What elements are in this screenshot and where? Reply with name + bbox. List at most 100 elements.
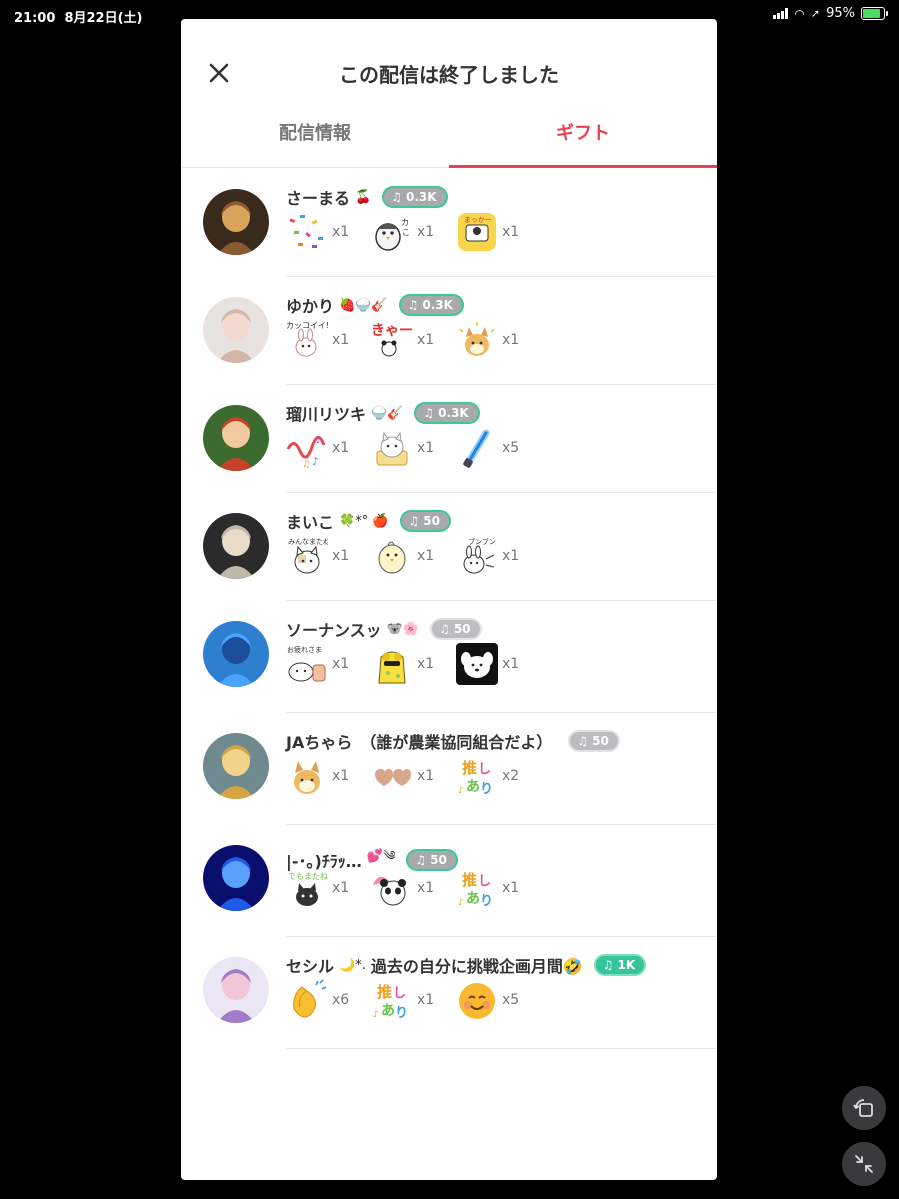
score-badge: ♫ 50	[568, 730, 620, 752]
chick-sticker-icon	[378, 541, 406, 574]
status-right: ◠ ➚ 95%	[773, 6, 888, 21]
gift-item[interactable]: 推 し あ り ♪ x2	[456, 755, 541, 797]
stream-ended-panel: この配信は終了しました 配信情報 ギフト さーまる 🍒 ♫ 0.3K x1 カ …	[181, 19, 717, 1180]
minimize-icon	[855, 1155, 873, 1173]
gift-item[interactable]: x1	[456, 319, 541, 361]
gift-count: x5	[502, 440, 520, 456]
tab-bar: 配信情報 ギフト	[181, 115, 717, 168]
gift-item[interactable]: x1	[371, 535, 456, 577]
oshi-ari-sticker: 推 し あ り ♪	[456, 755, 498, 797]
svg-text:♪: ♪	[458, 786, 464, 796]
viewer-name[interactable]: さーまる	[286, 185, 350, 209]
gift-item[interactable]: x1	[371, 643, 456, 685]
gift-item[interactable]: 推 し あ り ♪ x1	[371, 979, 456, 1021]
avatar[interactable]	[203, 189, 269, 255]
gift-item[interactable]: まっかー x1	[456, 211, 541, 253]
viewer-row: ゆかり 🍓🍚🎸 ♫ 0.3K カッコイイ! x1 きゃー! x1	[181, 277, 717, 385]
gift-item[interactable]: でもまたね x1	[286, 867, 371, 909]
gift-item[interactable]: x1	[371, 755, 456, 797]
viewer-name-line: ゆかり 🍓🍚🎸 ♫ 0.3K	[286, 293, 464, 317]
gift-item[interactable]: x5	[456, 979, 541, 1021]
gift-count: x1	[332, 332, 350, 348]
gift-count: x1	[332, 548, 350, 564]
gift-viewer-list: さーまる 🍒 ♫ 0.3K x1 カこ x1 まっかー x1 ゆかり 🍓🍚🎸 ♫…	[181, 169, 717, 1049]
gift-item[interactable]: x1	[286, 211, 371, 253]
viewer-row: JAちゃら （誰が農業協同組合だよ） ♫ 50 x1 x1 推 し あ り ♪ …	[181, 713, 717, 825]
cat-matane-sticker: でもまたね	[286, 867, 328, 909]
score-value: 50	[430, 852, 447, 867]
tab-gifts[interactable]: ギフト	[449, 115, 717, 168]
oshi-ari-sticker-icon: 推 し あ り ♪	[458, 759, 493, 797]
viewer-name-line: セシル 🌙*. 過去の自分に挑戦企画月間🤣 ♫ 1K	[286, 953, 647, 977]
avatar[interactable]	[203, 621, 269, 687]
gift-count: x1	[332, 768, 350, 784]
svg-text:きゃー!: きゃー!	[371, 323, 413, 339]
gift-item[interactable]: ブンブン x1	[456, 535, 541, 577]
viewer-row: さーまる 🍒 ♫ 0.3K x1 カこ x1 まっかー x1	[181, 169, 717, 277]
avatar-image	[203, 957, 269, 1023]
avatar-image	[203, 297, 269, 363]
gift-item[interactable]: x5	[456, 427, 541, 469]
name-emoji-decoration: 🍚🎸	[371, 405, 404, 421]
penlight-sticker-icon	[463, 429, 490, 468]
avatar[interactable]	[203, 733, 269, 799]
gift-count: x1	[417, 548, 435, 564]
gift-item[interactable]: お疲れさま x1	[286, 643, 371, 685]
viewer-name[interactable]: セシル	[286, 953, 334, 977]
gift-item[interactable]: x1	[371, 867, 456, 909]
gift-item[interactable]: きゃー! x1	[371, 319, 456, 361]
viewer-name[interactable]: まいこ	[286, 509, 334, 533]
gift-item[interactable]: 推 し あ り ♪ x1	[456, 867, 541, 909]
viewer-row: セシル 🌙*. 過去の自分に挑戦企画月間🤣 ♫ 1K x6 推 し あ り ♪	[181, 937, 717, 1049]
music-note-icon: ♫	[407, 298, 419, 312]
svg-text:り: り	[480, 782, 493, 797]
penguin-sticker: カこ	[371, 211, 413, 253]
svg-text:あ: あ	[381, 1003, 395, 1019]
avatar[interactable]	[203, 513, 269, 579]
gift-item[interactable]: x1	[286, 755, 371, 797]
rabbit-bunbun-sticker: ブンブン	[456, 535, 498, 577]
gift-item[interactable]: ♪ ♫ ♪ x1	[286, 427, 371, 469]
penlight-sticker	[456, 427, 498, 469]
rotate-button[interactable]	[842, 1086, 886, 1130]
panda-umbrella-sticker-icon	[373, 876, 406, 906]
avatar-image	[203, 189, 269, 255]
battery-percent: 95%	[826, 6, 855, 21]
avatar-image	[203, 405, 269, 471]
music-note-icon: ♫	[577, 734, 589, 748]
svg-text:り: り	[395, 1006, 408, 1021]
avatar[interactable]	[203, 845, 269, 911]
mochi-sticker-icon: お疲れさま	[287, 645, 326, 682]
gift-item[interactable]: x6	[286, 979, 371, 1021]
viewer-name[interactable]: ソーナンスッ	[286, 617, 382, 641]
row-divider	[286, 1048, 717, 1049]
minimize-button[interactable]	[842, 1142, 886, 1186]
svg-text:あ: あ	[466, 891, 480, 907]
clap-emoji	[286, 979, 328, 1021]
gift-list: x1 x1 推 し あ り ♪ x2	[286, 755, 541, 797]
svg-text:り: り	[480, 894, 493, 909]
status-time: 21:00 8月22日(土)	[14, 11, 143, 26]
score-value: 50	[423, 514, 440, 528]
avatar[interactable]	[203, 297, 269, 363]
avatar-image	[203, 845, 269, 911]
gift-item[interactable]: x1	[456, 643, 541, 685]
gift-item[interactable]: カッコイイ! x1	[286, 319, 371, 361]
viewer-name[interactable]: JAちゃら （誰が農業協同組合だよ）	[286, 729, 552, 753]
gift-item[interactable]: カこ x1	[371, 211, 456, 253]
score-value: 0.3K	[438, 406, 469, 420]
svg-text:し: し	[393, 986, 406, 1001]
svg-text:カッコイイ!: カッコイイ!	[286, 321, 328, 330]
gift-count: x1	[502, 548, 520, 564]
gift-item[interactable]: x1	[371, 427, 456, 469]
viewer-name[interactable]: ゆかり	[286, 293, 334, 317]
wifi-icon: ◠	[794, 6, 805, 21]
gift-item[interactable]: みんなまたね x1	[286, 535, 371, 577]
svg-text:推: 推	[462, 759, 477, 777]
chick-sticker	[371, 535, 413, 577]
avatar[interactable]	[203, 405, 269, 471]
viewer-name[interactable]: 瑠川リツキ	[286, 401, 366, 425]
tab-stream-info[interactable]: 配信情報	[181, 115, 449, 167]
avatar[interactable]	[203, 957, 269, 1023]
gift-list: x1 カこ x1 まっかー x1	[286, 211, 541, 253]
